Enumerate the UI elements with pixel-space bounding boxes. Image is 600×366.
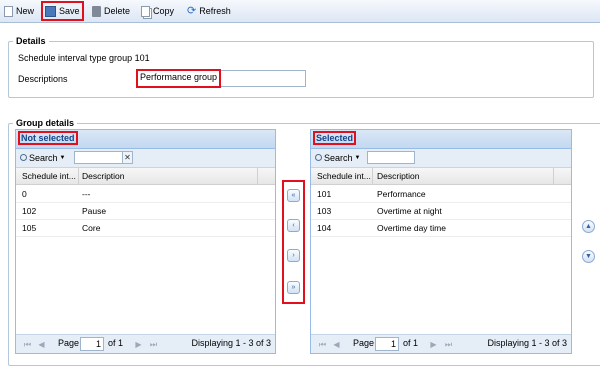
column-header-schedule[interactable]: Schedule int... [317, 171, 371, 181]
table-row[interactable]: 0 --- [16, 186, 275, 203]
not-selected-grid-header: Schedule int... Description [16, 168, 275, 185]
move-up-icon[interactable]: ▲ [582, 220, 595, 233]
prev-page-icon[interactable]: ◀ [332, 340, 341, 349]
not-selected-search-button[interactable]: Search ▼ [20, 151, 65, 164]
chevron-down-icon: ▼ [59, 154, 66, 161]
first-page-icon[interactable]: ⏮ [23, 340, 32, 349]
move-right-icon[interactable]: › [287, 249, 300, 262]
clear-search-icon[interactable]: ✕ [122, 151, 133, 164]
selected-title: Selected [312, 131, 357, 145]
table-row[interactable]: 103 Overtime at night [311, 203, 571, 220]
last-page-icon[interactable]: ⏭ [444, 340, 453, 349]
page-count-label: of 1 [108, 338, 124, 348]
next-page-icon[interactable]: ▶ [429, 340, 438, 349]
page-label: Page [58, 338, 80, 348]
move-left-icon[interactable]: ‹ [287, 219, 300, 232]
display-status: Displaying 1 - 3 of 3 [191, 338, 271, 348]
not-selected-search-input[interactable] [74, 151, 124, 164]
row-description: Pause [82, 206, 107, 216]
selected-search-button[interactable]: Search ▼ [315, 151, 360, 164]
row-id: 103 [317, 206, 332, 216]
column-header-description[interactable]: Description [377, 171, 420, 181]
column-separator [78, 168, 79, 184]
descriptions-label: Descriptions [18, 74, 68, 84]
page-number-input[interactable]: 1 [80, 337, 104, 351]
trash-icon [92, 5, 101, 17]
magnifier-icon [315, 154, 322, 161]
selected-pager: ⏮ ◀ Page 1 of 1 ▶ ⏭ Displaying 1 - 3 of … [311, 334, 571, 353]
column-separator [553, 168, 554, 184]
row-id: 0 [22, 189, 27, 199]
table-row[interactable]: 102 Pause [16, 203, 275, 220]
page-label: Page [353, 338, 375, 348]
row-description: --- [82, 189, 91, 199]
floppy-disk-icon [45, 5, 56, 17]
descriptions-field[interactable]: Performance group [136, 69, 306, 88]
move-all-right-icon[interactable]: » [287, 281, 300, 294]
delete-button[interactable]: Delete [92, 3, 130, 19]
display-status: Displaying 1 - 3 of 3 [487, 338, 567, 348]
row-id: 105 [22, 223, 37, 233]
page-count-label: of 1 [403, 338, 419, 348]
selected-grid-header: Schedule int... Description [311, 168, 571, 185]
row-id: 102 [22, 206, 37, 216]
selected-header: Selected [311, 130, 571, 149]
not-selected-panel: Not selected Search ▼ ✕ Schedule int... … [15, 129, 276, 354]
not-selected-header: Not selected [16, 130, 275, 149]
move-buttons-group: « ‹ › » [282, 180, 305, 304]
not-selected-toolbar: Search ▼ ✕ [16, 149, 275, 168]
table-row[interactable]: 105 Core [16, 220, 275, 237]
chevron-down-icon: ▼ [354, 154, 361, 161]
selected-search-input[interactable] [367, 151, 415, 164]
row-description: Performance [377, 189, 426, 199]
page-number-input[interactable]: 1 [375, 337, 399, 351]
column-separator [372, 168, 373, 184]
row-id: 104 [317, 223, 332, 233]
details-legend: Details [16, 36, 46, 46]
refresh-button[interactable]: ⟳ Refresh [187, 3, 231, 19]
row-description: Overtime day time [377, 223, 446, 233]
descriptions-value: Performance group [136, 69, 221, 88]
column-header-schedule[interactable]: Schedule int... [22, 171, 76, 181]
last-page-icon[interactable]: ⏭ [149, 340, 158, 349]
column-separator [257, 168, 258, 184]
magnifier-icon [20, 154, 27, 161]
schedule-type-text: Schedule interval type group 101 [18, 53, 150, 63]
row-description: Overtime at night [377, 206, 442, 216]
selected-panel: Selected Search ▼ Schedule int... Descri… [310, 129, 572, 354]
row-description: Core [82, 223, 101, 233]
row-id: 101 [317, 189, 332, 199]
move-all-left-icon[interactable]: « [287, 189, 300, 202]
copy-button[interactable]: Copy [141, 3, 174, 19]
move-down-icon[interactable]: ▼ [582, 250, 595, 263]
table-row[interactable]: 104 Overtime day time [311, 220, 571, 237]
group-details-legend: Group details [16, 118, 75, 128]
column-header-description[interactable]: Description [82, 171, 125, 181]
toolbar: New Save Delete Copy ⟳ Refresh [0, 0, 600, 23]
copy-icon [141, 5, 150, 17]
first-page-icon[interactable]: ⏮ [318, 340, 327, 349]
new-document-icon [4, 5, 13, 17]
refresh-icon: ⟳ [187, 4, 197, 17]
selected-toolbar: Search ▼ [311, 149, 571, 168]
save-button[interactable]: Save [41, 1, 84, 21]
next-page-icon[interactable]: ▶ [134, 340, 143, 349]
details-fieldset: Details [8, 36, 594, 98]
not-selected-pager: ⏮ ◀ Page 1 of 1 ▶ ⏭ Displaying 1 - 3 of … [16, 334, 275, 353]
prev-page-icon[interactable]: ◀ [37, 340, 46, 349]
new-button[interactable]: New [4, 3, 34, 19]
not-selected-title: Not selected [18, 131, 78, 145]
table-row[interactable]: 101 Performance [311, 186, 571, 203]
